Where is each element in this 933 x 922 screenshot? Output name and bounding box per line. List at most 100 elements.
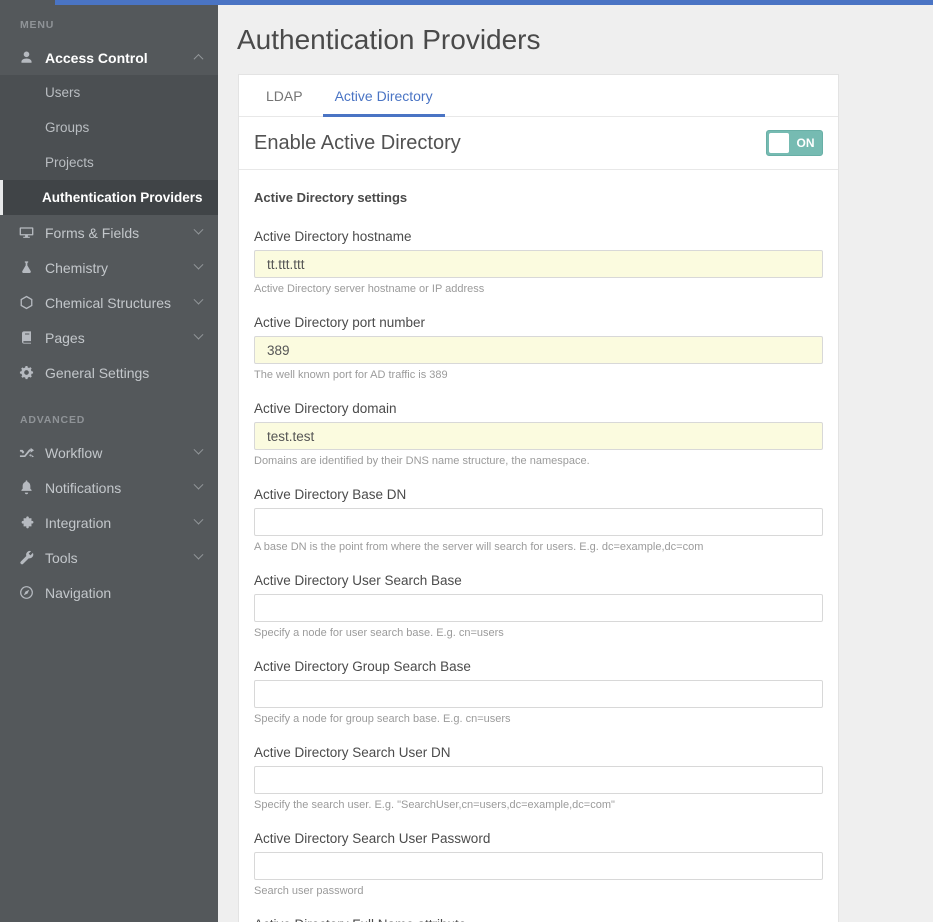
sidebar-item-label: Forms & Fields [45,225,195,241]
chevron-down-icon [194,445,204,455]
flask-icon [18,260,34,276]
wrench-icon [18,550,34,566]
sidebar-item-notifications[interactable]: Notifications [0,470,218,505]
sidebar-item-label: Chemistry [45,260,195,276]
field-help: Domains are identified by their DNS name… [254,455,823,468]
sidebar-item-label: Navigation [45,585,202,601]
sidebar-item-pages[interactable]: Pages [0,320,218,355]
sidebar-item-label: Integration [45,515,195,531]
field-help: Specify a node for group search base. E.… [254,713,823,726]
bell-icon [18,480,34,496]
sidebar-item-tools[interactable]: Tools [0,540,218,575]
user-icon [18,50,34,66]
chevron-down-icon [194,295,204,305]
sidebar-item-chemistry[interactable]: Chemistry [0,250,218,285]
field-help: The well known port for AD traffic is 38… [254,369,823,382]
sidebar-item-chemical-structures[interactable]: Chemical Structures [0,285,218,320]
field-label: Active Directory hostname [254,229,823,244]
monitor-icon [18,225,34,241]
shuffle-icon [18,445,34,461]
chevron-down-icon [194,260,204,270]
main-content: Authentication Providers LDAP Active Dir… [218,0,933,922]
chevron-up-icon [194,54,204,64]
field-active-directory-search-user-dn: Active Directory Search User DN Specify t… [254,745,823,812]
gear-icon [18,365,34,381]
field-active-directory-search-user-password: Active Directory Search User Password Sea… [254,831,823,898]
sidebar-item-navigation[interactable]: Navigation [0,575,218,610]
sidebar-subitem-projects[interactable]: Projects [0,145,218,180]
chevron-down-icon [194,225,204,235]
sidebar-item-access-control[interactable]: Access Control [0,40,218,75]
enable-active-directory-toggle[interactable]: ON [766,130,823,156]
chevron-down-icon [194,330,204,340]
sidebar-item-label: Workflow [45,445,195,461]
field-label: Active Directory port number [254,315,823,330]
field-label: Active Directory Group Search Base [254,659,823,674]
field-label: Active Directory User Search Base [254,573,823,588]
tab-active-directory[interactable]: Active Directory [323,75,445,116]
sidebar-item-label: Notifications [45,480,195,496]
toggle-knob [769,133,789,153]
chevron-down-icon [194,550,204,560]
sidebar-menu-header: MENU [0,0,218,40]
chevron-down-icon [194,515,204,525]
sidebar-subitem-authentication-providers[interactable]: Authentication Providers [0,180,218,215]
field-active-directory-hostname: Active Directory hostname Active Director… [254,229,823,296]
active-directory-domain-input[interactable] [254,422,823,450]
sidebar-item-label: Access Control [45,50,195,66]
sidebar-item-label: Pages [45,330,195,346]
tab-bar: LDAP Active Directory [239,75,838,117]
active-directory-search-user-password-input[interactable] [254,852,823,880]
sidebar-advanced-nav: Workflow Notifications Integration Tools Nav… [0,435,218,610]
enable-active-directory-row: Enable Active Directory ON [239,117,838,170]
settings-card: LDAP Active Directory Enable Active Dire… [238,74,839,922]
sidebar-subitem-groups[interactable]: Groups [0,110,218,145]
active-directory-port-number-input[interactable] [254,336,823,364]
field-active-directory-full-name-attribute: Active Directory Full Name attribute [254,917,823,922]
field-active-directory-user-search-base: Active Directory User Search Base Specify… [254,573,823,640]
sidebar-item-integration[interactable]: Integration [0,505,218,540]
section-heading: Active Directory settings [254,190,823,205]
field-active-directory-domain: Active Directory domain Domains are ident… [254,401,823,468]
field-label: Active Directory Base DN [254,487,823,502]
puzzle-icon [18,515,34,531]
active-directory-hostname-input[interactable] [254,250,823,278]
compass-icon [18,585,34,601]
field-active-directory-port-number: Active Directory port number The well kno… [254,315,823,382]
hexagon-icon [18,295,34,311]
field-label: Active Directory domain [254,401,823,416]
sidebar-item-label: Chemical Structures [45,295,195,311]
field-active-directory-group-search-base: Active Directory Group Search Base Specif… [254,659,823,726]
field-help: Active Directory server hostname or IP a… [254,283,823,296]
top-accent-bar [55,0,933,5]
toggle-on-label: ON [789,131,822,155]
active-directory-group-search-base-input[interactable] [254,680,823,708]
sidebar-mid-nav: Forms & Fields Chemistry Chemical Structur… [0,215,218,390]
field-help: Specify a node for user search base. E.g… [254,627,823,640]
field-label: Active Directory Full Name attribute [254,917,823,922]
active-directory-base-dn-input[interactable] [254,508,823,536]
field-label: Active Directory Search User DN [254,745,823,760]
field-label: Active Directory Search User Password [254,831,823,846]
field-help: Search user password [254,885,823,898]
chevron-down-icon [194,480,204,490]
sidebar: MENU Access Control UsersGroupsProjectsA… [0,0,218,922]
book-icon [18,330,34,346]
field-help: A base DN is the point from where the se… [254,541,823,554]
page-title: Authentication Providers [237,24,933,56]
sidebar-item-forms-fields[interactable]: Forms & Fields [0,215,218,250]
sidebar-submenu: UsersGroupsProjectsAuthentication Provid… [0,75,218,215]
sidebar-subitem-users[interactable]: Users [0,75,218,110]
enable-heading: Enable Active Directory [254,132,766,155]
sidebar-advanced-header: ADVANCED [0,390,218,435]
sidebar-item-label: General Settings [45,365,202,381]
active-directory-search-user-dn-input[interactable] [254,766,823,794]
field-active-directory-base-dn: Active Directory Base DN A base DN is the… [254,487,823,554]
sidebar-item-workflow[interactable]: Workflow [0,435,218,470]
field-help: Specify the search user. E.g. "SearchUse… [254,799,823,812]
sidebar-main-nav: Access Control [0,40,218,75]
settings-form: Active Directory settings Active Directo… [239,170,838,922]
tab-ldap[interactable]: LDAP [254,75,315,116]
sidebar-item-general-settings[interactable]: General Settings [0,355,218,390]
active-directory-user-search-base-input[interactable] [254,594,823,622]
